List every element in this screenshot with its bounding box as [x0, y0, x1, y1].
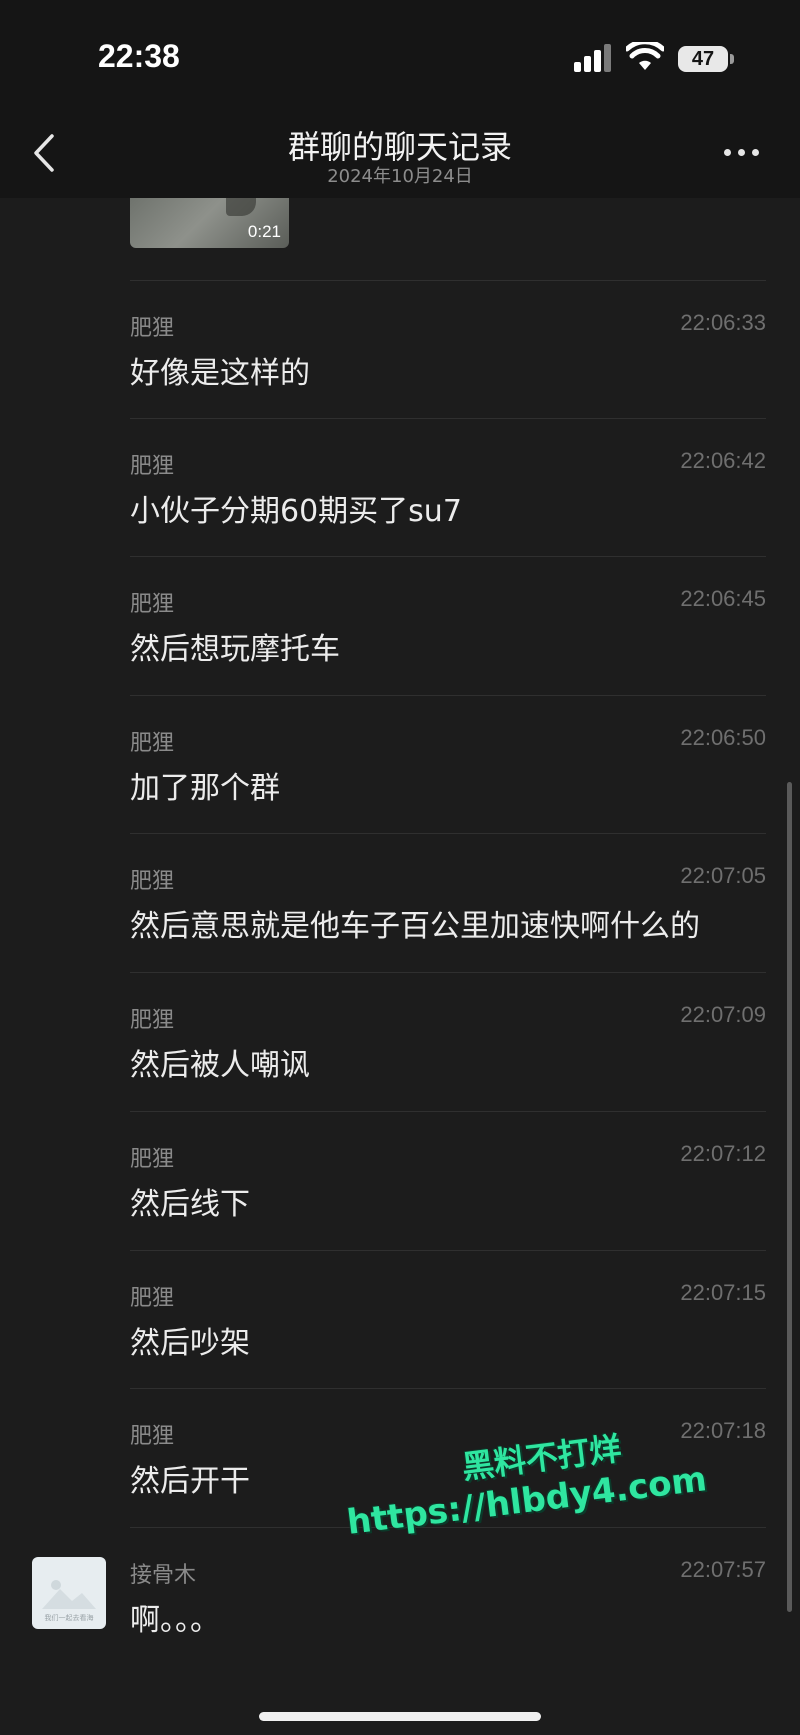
list-item[interactable]: 肥狸 22:07:05 然后意思就是他车子百公里加速快啊什么的: [0, 833, 800, 971]
message-text: 然后吵架: [130, 1326, 250, 1361]
message-sender: 肥狸: [130, 731, 175, 756]
list-item[interactable]: 肥狸 22:07:09 然后被人嘲讽: [0, 972, 800, 1110]
message-time: 22:07:18: [680, 1418, 766, 1443]
list-item[interactable]: 肥狸 22:07:15 然后吵架: [0, 1250, 800, 1388]
message-text: 小伙子分期60期买了su7: [130, 494, 462, 529]
message-sender: 肥狸: [130, 869, 175, 894]
message-sender: 接骨木: [130, 1563, 197, 1588]
list-item[interactable]: 肥狸 22:06:42 小伙子分期60期买了su7: [0, 418, 800, 556]
message-time: 22:07:05: [680, 863, 766, 888]
message-text: 加了那个群: [130, 771, 280, 806]
cellular-signal-icon: [574, 44, 611, 72]
message-text: 然后线下: [130, 1187, 250, 1222]
message-time: 22:06:45: [680, 586, 766, 611]
message-sender: 肥狸: [130, 1286, 175, 1311]
message-sender: 肥狸: [130, 1424, 175, 1449]
message-text: 然后开干: [130, 1464, 250, 1499]
list-item[interactable]: 肥狸 22:06:50 加了那个群: [0, 695, 800, 833]
chat-history-list[interactable]: 0:21 肥狸 22:06:33 好像是这样的 肥狸 22:06:42 小伙子分…: [0, 198, 800, 1735]
message-text: 然后被人嘲讽: [130, 1048, 310, 1083]
message-time: 22:07:12: [680, 1141, 766, 1166]
status-time: 22:38: [98, 38, 180, 74]
scrollbar[interactable]: [787, 782, 792, 1612]
message-time: 22:07:09: [680, 1002, 766, 1027]
avatar[interactable]: 我们一起去看海: [32, 1557, 106, 1629]
wifi-icon: [626, 42, 664, 70]
message-text: 啊。。。: [130, 1603, 220, 1638]
video-message-thumbnail[interactable]: 0:21: [130, 198, 289, 248]
video-duration: 0:21: [247, 222, 281, 241]
list-item[interactable]: 我们一起去看海 接骨木 22:07:57 啊。。。: [0, 1527, 800, 1665]
list-item[interactable]: 肥狸 22:06:33 好像是这样的: [0, 280, 800, 418]
battery-icon: 47: [678, 46, 728, 72]
list-item[interactable]: 肥狸 22:06:45 然后想玩摩托车: [0, 556, 800, 694]
more-options-icon[interactable]: [720, 140, 764, 164]
message-sender: 肥狸: [130, 454, 175, 479]
avatar-caption: 我们一起去看海: [44, 1614, 94, 1622]
nav-bar: 群聊的聊天记录 2024年10月24日: [0, 110, 800, 198]
message-time: 22:07:15: [680, 1280, 766, 1305]
list-item[interactable]: 肥狸 22:07:12 然后线下: [0, 1111, 800, 1249]
message-time: 22:07:57: [680, 1557, 766, 1582]
status-bar: 22:38 47: [0, 0, 800, 110]
list-item[interactable]: 肥狸 22:07:18 然后开干: [0, 1388, 800, 1526]
message-sender: 肥狸: [130, 1008, 175, 1033]
battery-tip: [730, 54, 734, 64]
message-sender: 肥狸: [130, 316, 175, 341]
message-time: 22:06:42: [680, 448, 766, 473]
page-subtitle-date: 2024年10月24日: [327, 166, 473, 187]
message-text: 然后想玩摩托车: [130, 632, 340, 667]
message-sender: 肥狸: [130, 592, 175, 617]
message-time: 22:06:50: [680, 725, 766, 750]
message-time: 22:06:33: [680, 310, 766, 335]
message-text: 好像是这样的: [130, 356, 310, 391]
message-sender: 肥狸: [130, 1147, 175, 1172]
home-indicator[interactable]: [259, 1712, 541, 1721]
message-text: 然后意思就是他车子百公里加速快啊什么的: [130, 909, 700, 944]
video-thumbnail-image: [226, 198, 256, 216]
landscape-placeholder-icon: [42, 1580, 96, 1609]
